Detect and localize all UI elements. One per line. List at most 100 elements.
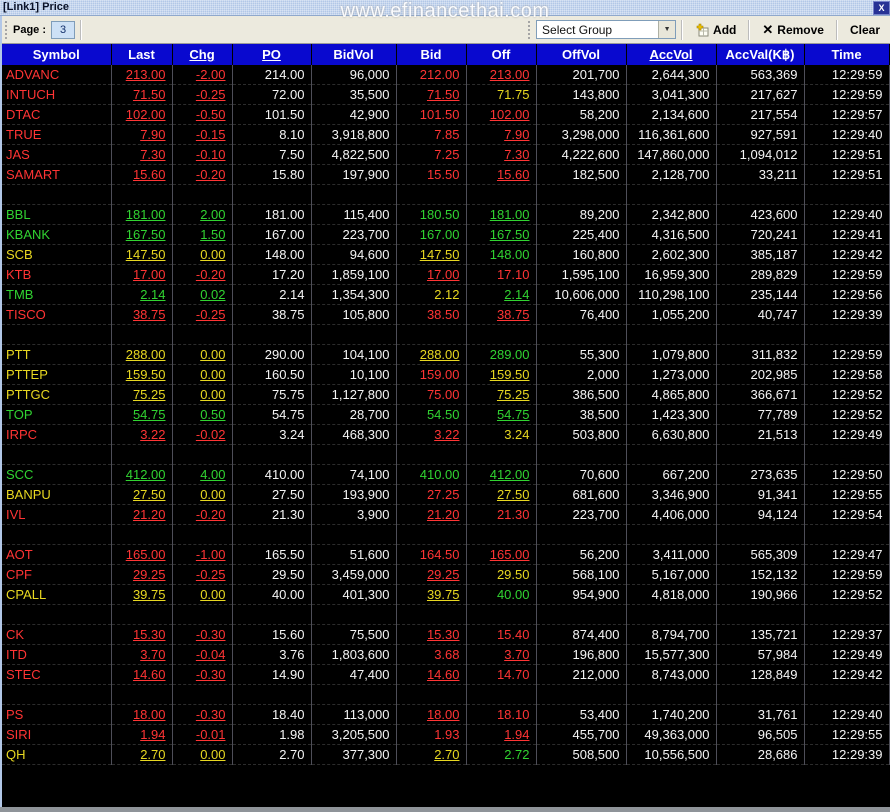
cell-last: 167.50 (111, 224, 173, 245)
column-header-chg[interactable]: Chg (172, 44, 233, 65)
cell-time: 12:29:47 (804, 544, 890, 565)
cell-accvol: 10,556,500 (626, 744, 717, 765)
cell-accval: 720,241 (716, 224, 805, 245)
cell-time: 12:29:55 (804, 484, 890, 505)
clear-button[interactable]: Clear (843, 21, 887, 39)
table-row[interactable]: IVL 21.20 -0.20 21.30 3,900 21.20 21.30 223,700… (2, 504, 890, 525)
table-row[interactable]: PTT 288.00 0.00 290.00 104,100 288.00 289.00 55… (2, 344, 890, 365)
table-row[interactable]: JAS 7.30 -0.10 7.50 4,822,500 7.25 7.30 4,222,6… (2, 144, 890, 165)
table-row[interactable]: TRUE 7.90 -0.15 8.10 3,918,800 7.85 7.90 3,298,… (2, 124, 890, 145)
gap-cell (804, 604, 890, 625)
cell-accval: 28,686 (716, 744, 805, 765)
cell-po: 27.50 (232, 484, 312, 505)
table-row[interactable]: CPALL 39.75 0.00 40.00 401,300 39.75 40.00 954,… (2, 584, 890, 605)
cell-time: 12:29:49 (804, 644, 890, 665)
table-row[interactable]: DTAC 102.00 -0.50 101.50 42,900 101.50 102.00 5… (2, 104, 890, 125)
toolbar-drag-handle[interactable] (528, 20, 532, 39)
gap-cell (232, 184, 312, 205)
column-header-time[interactable]: Time (804, 44, 890, 65)
table-row[interactable]: TISCO 38.75 -0.25 38.75 105,800 38.50 38.75 76,… (2, 304, 890, 325)
cell-off: 159.50 (466, 364, 537, 385)
gap-cell (111, 184, 173, 205)
cell-accval: 94,124 (716, 504, 805, 525)
gap-cell (311, 604, 397, 625)
gap-cell (2, 604, 112, 625)
gap-cell (2, 184, 112, 205)
cell-bid: 1.93 (396, 724, 467, 745)
column-header-bidvol[interactable]: BidVol (311, 44, 397, 65)
table-row[interactable]: BBL 181.00 2.00 181.00 115,400 180.50 181.00 89… (2, 204, 890, 225)
column-header-offvol[interactable]: OffVol (536, 44, 627, 65)
gap-cell (466, 444, 537, 465)
table-row[interactable]: KBANK 167.50 1.50 167.00 223,700 167.00 167.50… (2, 224, 890, 245)
cell-chg: -0.30 (172, 664, 233, 685)
table-row[interactable]: ITD 3.70 -0.04 3.76 1,803,600 3.68 3.70 196,800… (2, 644, 890, 665)
cell-po: 75.75 (232, 384, 312, 405)
column-header-accvol[interactable]: AccVol (626, 44, 717, 65)
cell-accval: 190,966 (716, 584, 805, 605)
column-header-last[interactable]: Last (111, 44, 173, 65)
price-grid: Symbol Last Chg PO BidVol Bid Off OffVol AccVol A… (2, 44, 890, 807)
table-row[interactable]: PTTEP 159.50 0.00 160.50 10,100 159.00 159.50 2… (2, 364, 890, 385)
cell-po: 101.50 (232, 104, 312, 125)
table-row[interactable]: SCC 412.00 4.00 410.00 74,100 410.00 412.00 70,… (2, 464, 890, 485)
table-row[interactable]: QH 2.70 0.00 2.70 377,300 2.70 2.72 508,500 10,5… (2, 744, 890, 765)
cell-time: 12:29:42 (804, 244, 890, 265)
table-row[interactable]: INTUCH 71.50 -0.25 72.00 35,500 71.50 71.75 143… (2, 84, 890, 105)
gap-cell (232, 444, 312, 465)
table-row[interactable]: KTB 17.00 -0.20 17.20 1,859,100 17.00 17.10 1,5… (2, 264, 890, 285)
cell-accval: 57,984 (716, 644, 805, 665)
page-number-field[interactable]: 3 (51, 20, 76, 39)
cell-off: 54.75 (466, 404, 537, 425)
cell-accvol: 5,167,000 (626, 564, 717, 585)
cell-offvol: 386,500 (536, 384, 627, 405)
table-row[interactable]: IRPC 3.22 -0.02 3.24 468,300 3.22 3.24 503,800 6… (2, 424, 890, 445)
table-row[interactable]: STEC 14.60 -0.30 14.90 47,400 14.60 14.70 212,0… (2, 664, 890, 685)
add-button[interactable]: Add (688, 21, 743, 39)
table-row[interactable]: TMB 2.14 0.02 2.14 1,354,300 2.12 2.14 10,606,0… (2, 284, 890, 305)
group-select-dropdown[interactable]: Select Group ▼ (536, 20, 677, 39)
cell-off: 102.00 (466, 104, 537, 125)
cell-time: 12:29:40 (804, 124, 890, 145)
cell-bid: 7.25 (396, 144, 467, 165)
cell-last: 412.00 (111, 464, 173, 485)
table-row[interactable]: BANPU 27.50 0.00 27.50 193,900 27.25 27.50 681,… (2, 484, 890, 505)
column-header-bid[interactable]: Bid (396, 44, 467, 65)
cell-accval: 135,721 (716, 624, 805, 645)
cell-symbol: SCB (2, 244, 112, 265)
chevron-down-icon[interactable]: ▼ (658, 21, 676, 38)
column-header-symbol[interactable]: Symbol (2, 44, 112, 65)
toolbar-drag-handle[interactable] (5, 20, 9, 39)
remove-button[interactable]: ✕ Remove (755, 20, 831, 40)
cell-po: 2.14 (232, 284, 312, 305)
cell-time: 12:29:58 (804, 364, 890, 385)
cell-last: 181.00 (111, 204, 173, 225)
table-row[interactable]: AOT 165.00 -1.00 165.50 51,600 164.50 165.00 56… (2, 544, 890, 565)
cell-symbol: QH (2, 744, 112, 765)
cell-chg: -0.25 (172, 304, 233, 325)
table-row[interactable]: CPF 29.25 -0.25 29.50 3,459,000 29.25 29.50 568… (2, 564, 890, 585)
table-row[interactable]: CK 15.30 -0.30 15.60 75,500 15.30 15.40 874,400… (2, 624, 890, 645)
cell-offvol: 223,700 (536, 504, 627, 525)
column-header-po[interactable]: PO (232, 44, 312, 65)
table-row[interactable]: TOP 54.75 0.50 54.75 28,700 54.50 54.75 38,500 1… (2, 404, 890, 425)
table-row[interactable]: SAMART 15.60 -0.20 15.80 197,900 15.50 15.60 18… (2, 164, 890, 185)
cell-accval: 273,635 (716, 464, 805, 485)
table-row[interactable]: PTTGC 75.25 0.00 75.75 1,127,800 75.00 75.25 38… (2, 384, 890, 405)
cell-symbol: ADVANC (2, 65, 112, 85)
column-header-off[interactable]: Off (466, 44, 537, 65)
column-header-accval-k-[interactable]: AccVal(K฿) (716, 44, 805, 65)
cell-chg: 0.00 (172, 244, 233, 265)
close-icon[interactable]: X (873, 1, 890, 15)
table-row[interactable]: SIRI 1.94 -0.01 1.98 3,205,500 1.93 1.94 455,70… (2, 724, 890, 745)
table-row[interactable]: ADVANC 213.00 -2.00 214.00 96,000 212.00 213.0… (2, 65, 890, 85)
cell-accval: 152,132 (716, 564, 805, 585)
cell-last: 7.30 (111, 144, 173, 165)
price-table-body: ADVANC 213.00 -2.00 214.00 96,000 212.00 213.0… (2, 65, 890, 765)
table-row[interactable]: PS 18.00 -0.30 18.40 113,000 18.00 18.10 53,400… (2, 704, 890, 725)
gap-cell (2, 324, 112, 345)
gap-cell (2, 444, 112, 465)
cell-bidvol: 47,400 (311, 664, 397, 685)
cell-off: 17.10 (466, 264, 537, 285)
table-row[interactable]: SCB 147.50 0.00 148.00 94,600 147.50 148.00 160… (2, 244, 890, 265)
